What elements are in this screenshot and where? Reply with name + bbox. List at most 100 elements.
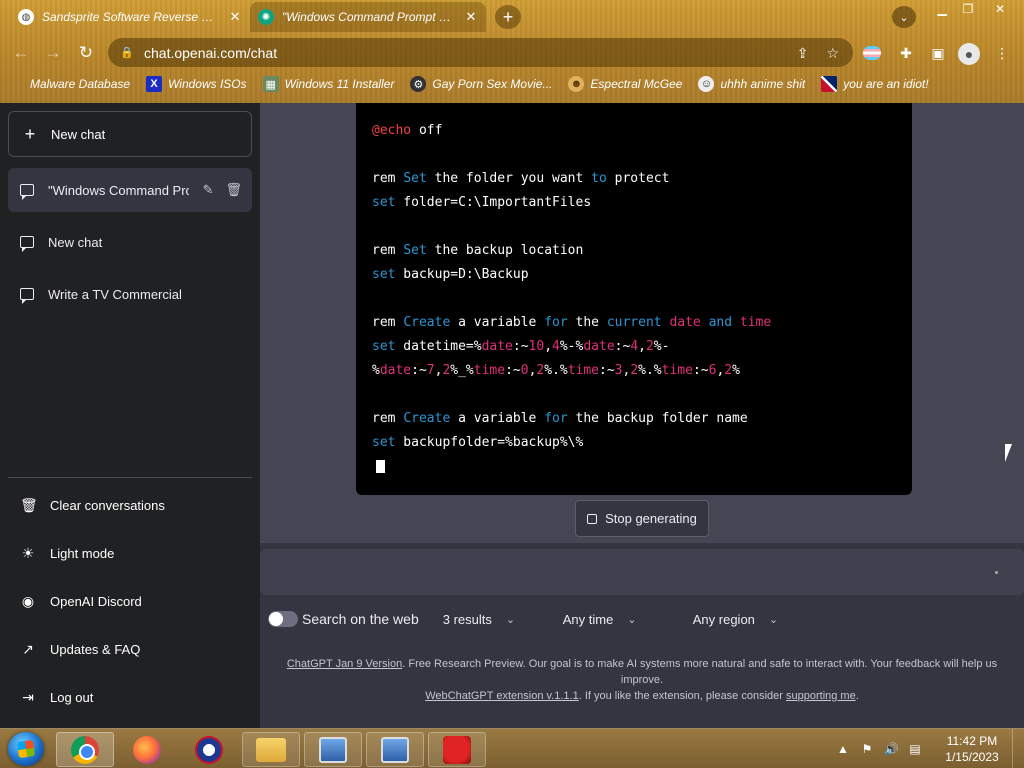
results-count-value: 3 results (442, 611, 492, 627)
profile-avatar-icon[interactable]: ● (958, 43, 980, 65)
address-bar[interactable]: 🔒 chat.openai.com/chat ⇪ ☆ (108, 38, 853, 67)
conversation-windows-command[interactable]: "Windows Command Pro ✎ 🗑 (8, 168, 252, 212)
log-out-button[interactable]: ⇥ Log out (8, 675, 252, 719)
bookmark-star-icon[interactable]: ☆ (826, 45, 839, 62)
window-close-icon[interactable]: ✕ (984, 0, 1016, 18)
forward-arrow-icon[interactable]: → (42, 42, 64, 64)
back-arrow-icon[interactable]: ← (10, 42, 32, 64)
edit-pencil-icon[interactable]: ✎ (203, 182, 214, 198)
new-tab-button[interactable]: + (495, 5, 521, 29)
url-text[interactable]: chat.openai.com/chat (144, 45, 277, 61)
stop-generating-button[interactable]: Stop generating (575, 500, 709, 537)
main-content: @echo off rem Set the folder you want to… (260, 103, 1024, 728)
bookmark-anime[interactable]: ☺ uhhh anime shit (698, 76, 805, 92)
bookmark-windows-11-installer[interactable]: ▦ Windows 11 Installer (262, 76, 395, 92)
bookmark-gay-porn-sex-movie[interactable]: ⚙ Gay Porn Sex Movie... (410, 76, 552, 92)
browser-toolbar: ← → ↻ 🔒 chat.openai.com/chat ⇪ ☆ ✚ ▣ ● ⋮ (0, 34, 1024, 72)
share-icon[interactable]: ⇪ (797, 45, 809, 62)
bookmark-windows-isos[interactable]: X Windows ISOs (146, 76, 247, 92)
windows-logo-icon (16, 739, 36, 759)
openai-discord-link[interactable]: ◉ OpenAI Discord (8, 579, 252, 623)
bookmark-label: Espectral McGee (590, 77, 683, 91)
taskbar-chrome[interactable] (56, 732, 114, 767)
window-minimize-icon[interactable]: ▁ (928, 0, 956, 18)
bookmarks-bar: Malware Database X Windows ISOs ▦ Window… (0, 72, 1024, 96)
taskbar-angry-birds[interactable] (428, 732, 486, 767)
chatgpt-version-link[interactable]: ChatGPT Jan 9 Version (287, 658, 402, 670)
show-desktop-button[interactable] (1012, 729, 1024, 768)
sidebar-divider (8, 477, 252, 478)
bookmark-espectral-mcgee[interactable]: ☻ Espectral McGee (568, 76, 682, 92)
gear-icon: ⚙ (410, 76, 427, 92)
conversation-new-chat[interactable]: New chat (8, 220, 252, 264)
footer-text: . Free Research Preview. Our goal is to … (402, 658, 998, 686)
time-range-select[interactable]: Any time ⌄ (563, 612, 693, 627)
web-search-toggle[interactable] (268, 611, 298, 627)
taskbar-firefox[interactable] (118, 732, 176, 767)
conversation-label: "Windows Command Pro (48, 182, 189, 198)
openai-icon: ✺ (258, 9, 274, 25)
action-center-flag-icon[interactable]: ⚑ (860, 742, 874, 756)
system-tray: ▲ ⚑ 🔊 ▤ 11:42 PM 1/15/2023 (836, 729, 1024, 768)
bookmark-you-are-an-idiot[interactable]: you are an idiot! (821, 76, 929, 92)
browser-chrome: ◍ Sandsprite Software Reverse Eng ✕ ✺ "W… (0, 0, 1024, 103)
system-clock[interactable]: 11:42 PM 1/15/2023 (932, 733, 1012, 765)
clear-conversations-button[interactable]: 🗑 Clear conversations (8, 483, 252, 527)
volume-icon[interactable]: 🔊 (884, 742, 899, 756)
webchatgpt-extension-link[interactable]: WebChatGPT extension v.1.1.1 (425, 690, 578, 702)
code-line: %date:~7,2%_%time:~0,2%.%time:~3,2%.%tim… (372, 363, 740, 378)
taskbar-remote-desktop-1[interactable] (304, 732, 362, 767)
chevron-down-icon: ⌄ (627, 613, 637, 626)
menu-label: Log out (50, 689, 94, 705)
taskbar-remote-desktop-2[interactable] (366, 732, 424, 767)
footer-end: . (855, 690, 859, 702)
light-mode-button[interactable]: ☀ Light mode (8, 531, 252, 575)
prompt-input[interactable] (260, 549, 1024, 595)
menu-label: Clear conversations (50, 497, 165, 513)
region-select[interactable]: Any region ⌄ (693, 612, 833, 627)
composer-area: Search on the web 3 results ⌄ Any time ⌄… (260, 543, 1024, 728)
web-search-label[interactable]: Search on the web (302, 611, 419, 627)
bookmark-label: Windows 11 Installer (284, 77, 395, 91)
taskbar-file-explorer[interactable] (242, 732, 300, 767)
kebab-menu-icon[interactable]: ⋮ (992, 43, 1012, 63)
tab-close-icon[interactable]: ✕ (464, 9, 478, 25)
loading-dot-icon (995, 571, 998, 574)
conversation-label: New chat (48, 234, 103, 250)
logout-icon: ⇥ (22, 688, 34, 705)
trash-icon[interactable]: 🗑 (225, 182, 242, 198)
new-chat-button[interactable]: + New chat (8, 111, 252, 157)
obama-logo-icon (195, 735, 223, 764)
results-count-select[interactable]: 3 results ⌄ (443, 612, 563, 627)
updates-faq-link[interactable]: ↗ Updates & FAQ (8, 627, 252, 671)
bookmark-malware-database[interactable]: Malware Database (14, 76, 130, 92)
tab-close-icon[interactable]: ✕ (228, 9, 242, 25)
lock-icon[interactable]: 🔒 (120, 46, 134, 59)
windows-taskbar: ▲ ⚑ 🔊 ▤ 11:42 PM 1/15/2023 (0, 728, 1024, 768)
supporting-me-link[interactable]: supporting me (786, 690, 856, 702)
code-block[interactable]: @echo off rem Set the folder you want to… (356, 103, 912, 495)
side-panel-icon[interactable]: ▣ (928, 43, 948, 63)
window-restore-icon[interactable]: ❐ (954, 0, 982, 18)
image-thumbnail-icon: ▦ (262, 76, 279, 92)
chevron-down-icon: ⌄ (505, 613, 516, 626)
conversation-tv-commercial[interactable]: Write a TV Commercial (8, 272, 252, 316)
chevron-down-icon: ⌄ (768, 613, 779, 626)
tab-chatgpt[interactable]: ✺ "Windows Command Prompt C Dr ✕ (250, 2, 486, 32)
chrome-icon (71, 735, 99, 764)
taskbar-obama-logo[interactable] (180, 732, 238, 767)
tab-sandsprite[interactable]: ◍ Sandsprite Software Reverse Eng ✕ (10, 2, 250, 32)
computer-monitor-icon (319, 736, 347, 763)
x-logo-icon: X (146, 76, 163, 92)
reload-icon[interactable]: ↻ (75, 42, 97, 64)
show-hidden-icons-chevron-icon[interactable]: ▲ (836, 742, 850, 756)
trans-flag-extension-icon[interactable] (862, 43, 882, 63)
extensions-puzzle-icon[interactable]: ✚ (896, 43, 916, 63)
bookmark-label: uhhh anime shit (720, 77, 806, 91)
web-search-options: Search on the web 3 results ⌄ Any time ⌄… (268, 605, 1024, 633)
menu-label: OpenAI Discord (50, 593, 142, 609)
tab-search-chevron-icon[interactable]: ⌄ (892, 6, 916, 28)
network-icon[interactable]: ▤ (908, 742, 922, 756)
start-button[interactable] (8, 732, 44, 766)
chat-bubble-icon (20, 288, 34, 304)
